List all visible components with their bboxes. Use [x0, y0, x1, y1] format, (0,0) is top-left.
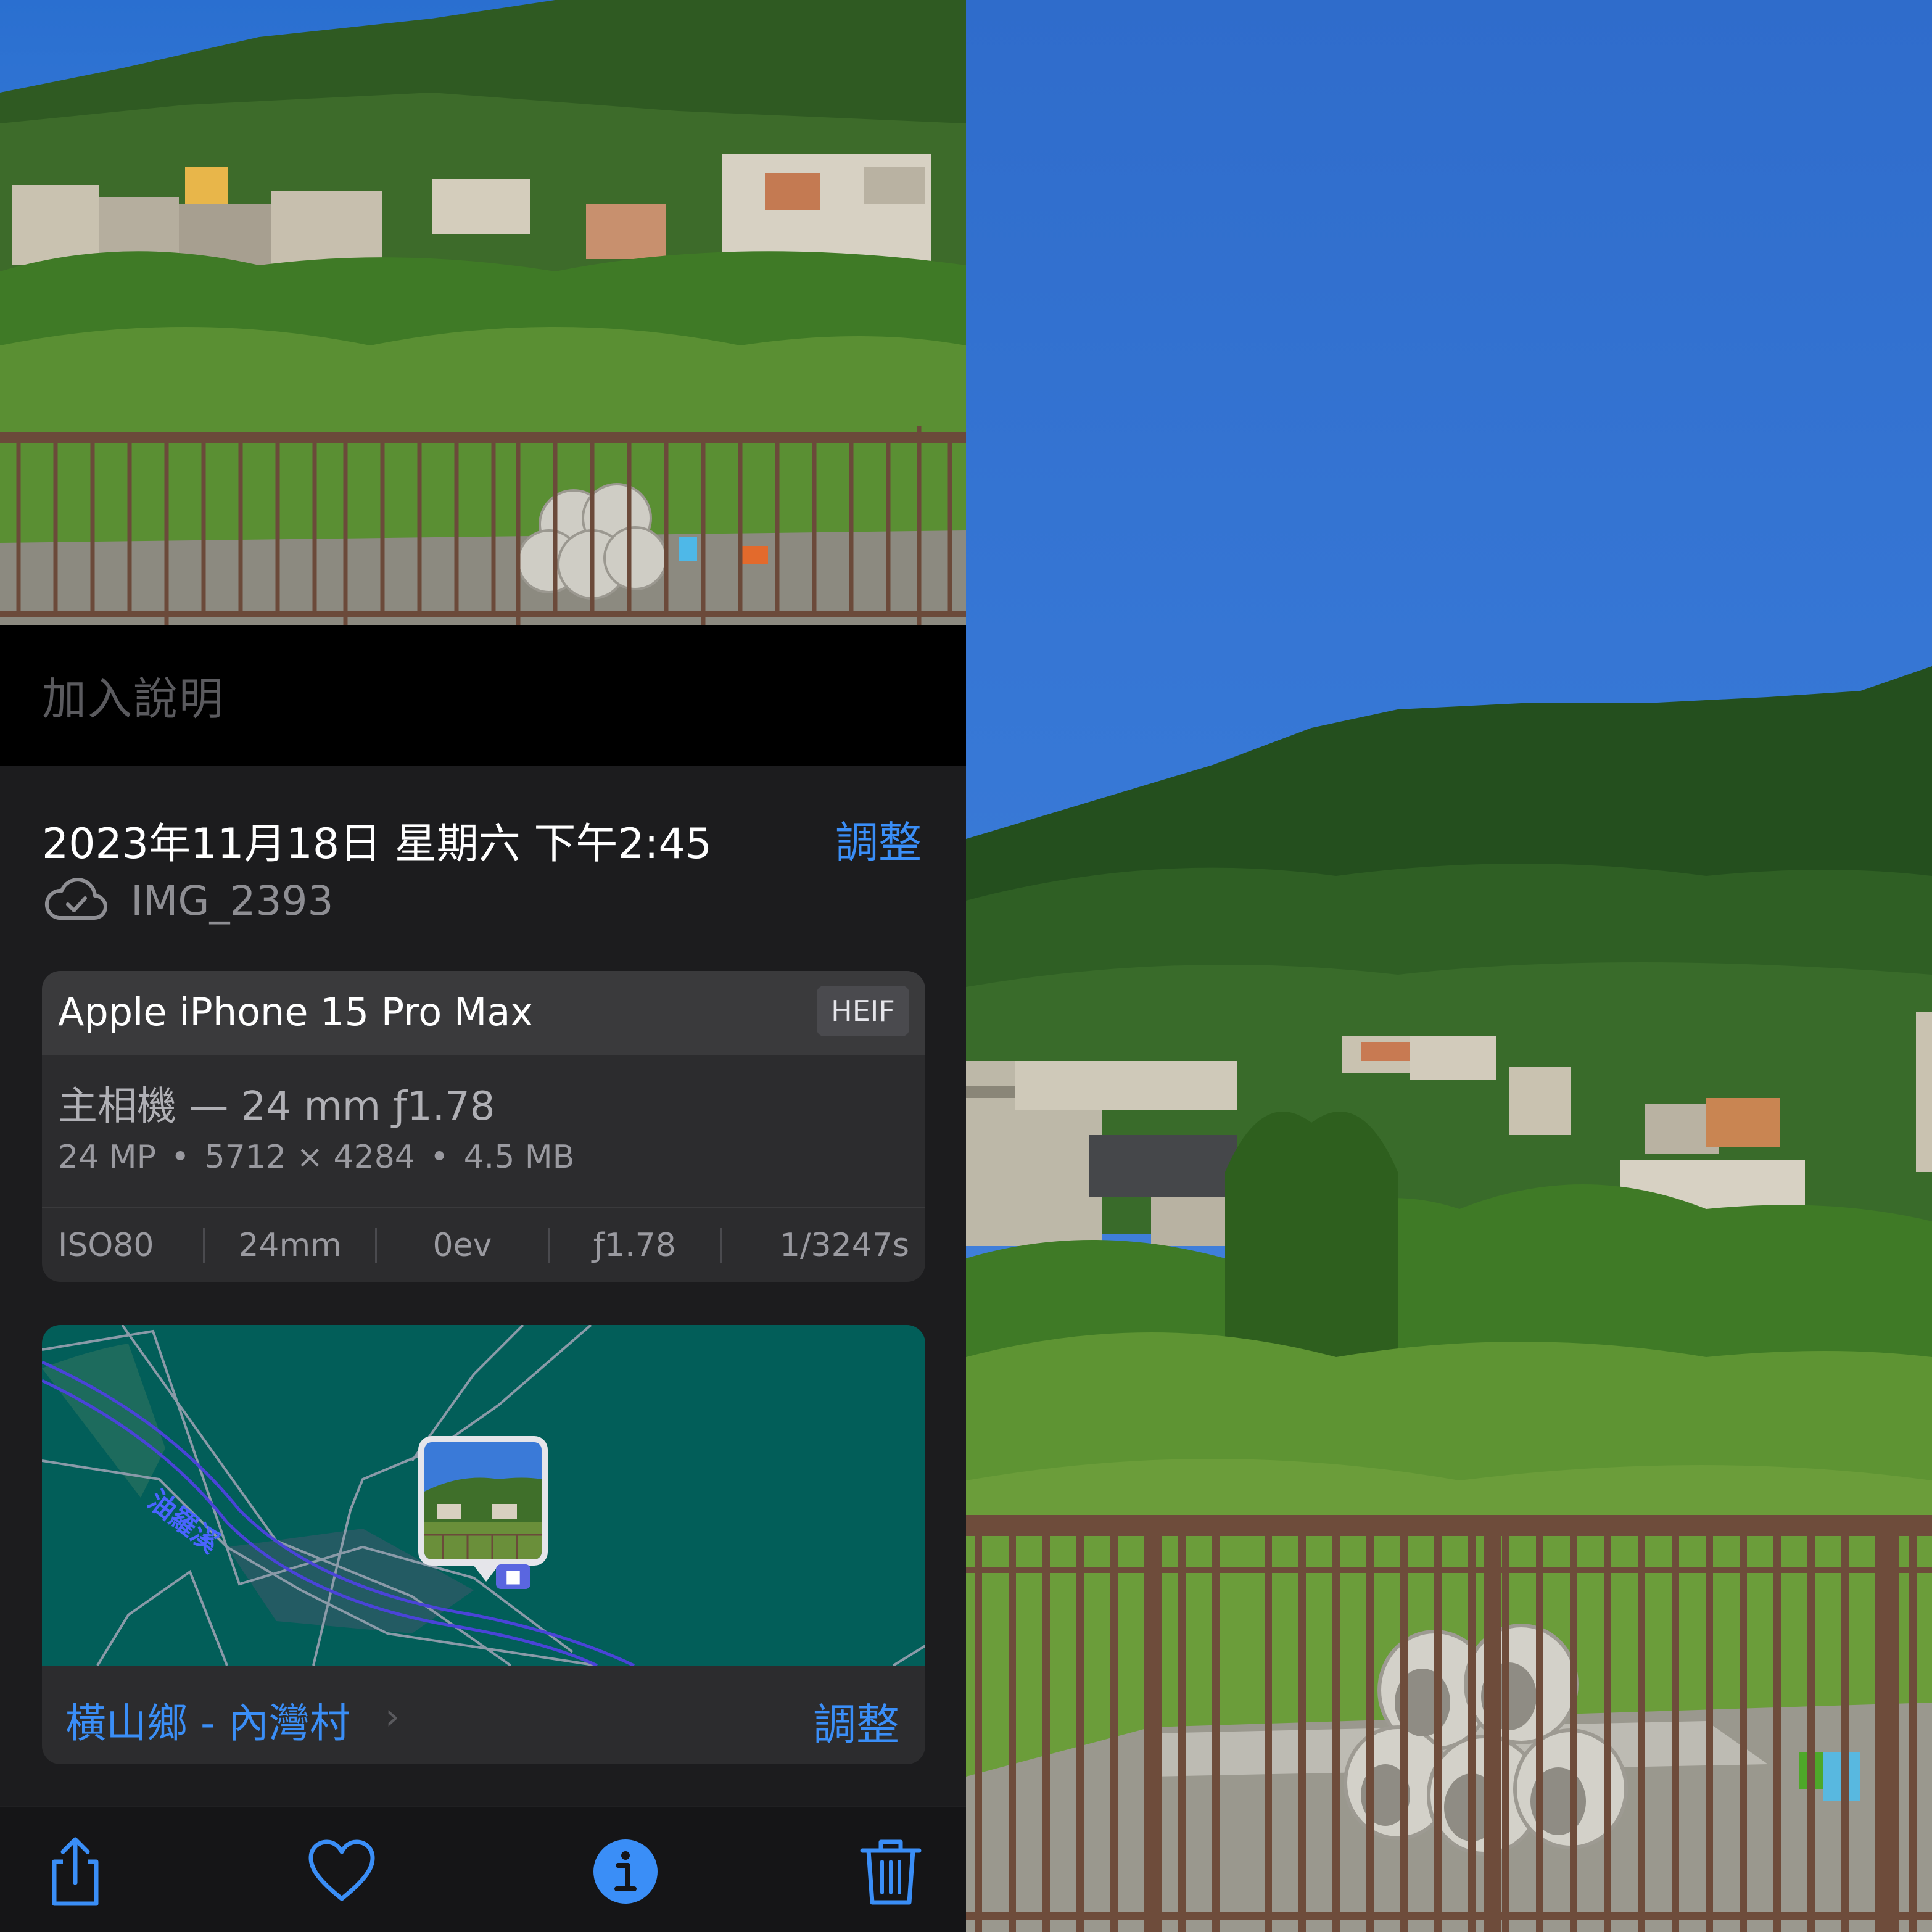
file-size: 4.5 MB — [463, 1139, 575, 1176]
chevron-right-icon: › — [385, 1695, 400, 1738]
share-icon[interactable] — [38, 1835, 112, 1909]
full-photo[interactable] — [966, 0, 1932, 1932]
info-icon[interactable] — [588, 1835, 663, 1909]
adjust-datetime-button[interactable]: 調整 — [835, 808, 922, 870]
location-name[interactable]: 橫山鄉 - 內灣村 — [65, 1690, 350, 1749]
train-station-icon: ■ — [496, 1564, 530, 1589]
image-specs: 24 MP • 5712 × 4284 • 4.5 MB — [58, 1139, 574, 1176]
separator-dot: • — [429, 1139, 449, 1176]
bottom-toolbar — [0, 1806, 966, 1932]
exif-aperture: ƒ1.78 — [593, 1226, 676, 1264]
file-name: IMG_2393 — [131, 877, 334, 925]
exif-shutter-speed: 1/3247s — [779, 1226, 909, 1264]
location-row[interactable]: 橫山鄉 - 內灣村 › 調整 — [42, 1666, 925, 1764]
format-badge: HEIF — [817, 986, 909, 1036]
device-info-card: Apple iPhone 15 Pro Max HEIF 主相機 — 24 mm… — [42, 971, 925, 1282]
megapixels: 24 MP — [58, 1139, 156, 1176]
photo-preview-image — [0, 0, 966, 625]
lens-info: 主相機 — 24 mm ƒ1.78 — [58, 1084, 495, 1129]
exif-exposure-bias: 0ev — [432, 1226, 492, 1264]
exif-row: ISO80 24mm 0ev ƒ1.78 1/3247s — [42, 1208, 925, 1282]
device-name: Apple iPhone 15 Pro Max — [58, 989, 534, 1034]
photo-info-panel: 加入說明 2023年11月18日 星期六 下午2:45 調整 IMG_2393 … — [0, 0, 966, 1932]
adjust-location-button[interactable]: 調整 — [813, 1690, 899, 1752]
capture-datetime: 2023年11月18日 星期六 下午2:45 — [42, 820, 712, 869]
trash-icon[interactable] — [854, 1835, 928, 1909]
location-map-card: 油羅溪 ■ 橫山鄉 - 內灣村 › 調整 — [42, 1325, 925, 1764]
location-map[interactable]: 油羅溪 ■ — [42, 1325, 925, 1667]
heart-icon[interactable] — [305, 1835, 379, 1909]
photo-location-pin[interactable] — [418, 1436, 548, 1566]
resolution: 5712 × 4284 — [204, 1139, 415, 1176]
pin-pointer — [474, 1566, 498, 1582]
icloud-check-icon — [44, 878, 107, 920]
caption-placeholder[interactable]: 加入說明 — [42, 663, 225, 727]
exif-iso: ISO80 — [58, 1226, 154, 1264]
exif-focal-length: 24mm — [238, 1226, 342, 1264]
photo-preview[interactable] — [0, 0, 966, 625]
separator-dot: • — [170, 1139, 190, 1176]
full-photo-image — [966, 0, 1932, 1932]
pin-thumbnail-image — [424, 1442, 542, 1559]
pin-thumbnail — [424, 1442, 542, 1559]
